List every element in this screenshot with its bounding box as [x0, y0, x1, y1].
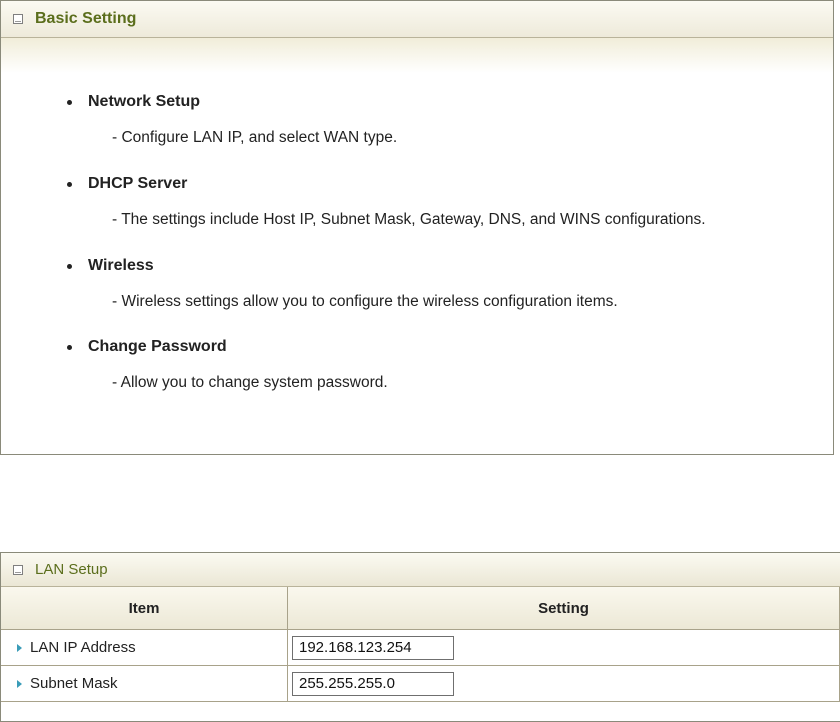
- topic-description: - Configure LAN IP, and select WAN type.: [112, 129, 398, 146]
- lan-setup-header: LAN Setup: [1, 553, 840, 587]
- row-label: LAN IP Address: [30, 639, 136, 656]
- topic-description: - Allow you to change system password.: [112, 374, 388, 391]
- topic-dhcp-server: DHCP Server - The settings include Host …: [67, 173, 827, 229]
- basic-setting-title: Basic Setting: [35, 10, 137, 27]
- row-value-cell: [287, 629, 840, 666]
- topic-wireless: Wireless - Wireless settings allow you t…: [67, 255, 827, 311]
- basic-setting-header: Basic Setting: [1, 1, 833, 38]
- table-row: Subnet Mask: [1, 665, 840, 702]
- section-square-icon: [13, 14, 23, 24]
- lan-setup-table: Item Setting LAN IP Address Subnet Mask: [1, 587, 840, 702]
- lan-ip-address-input[interactable]: [292, 635, 454, 660]
- lan-setup-panel: LAN Setup Item Setting LAN IP Address Su…: [0, 552, 840, 722]
- row-value-cell: [287, 665, 840, 702]
- topic-title[interactable]: Wireless: [88, 257, 154, 275]
- bullet-icon: [67, 344, 72, 350]
- column-header-setting: Setting: [287, 587, 840, 630]
- lan-setup-title: LAN Setup: [35, 561, 108, 578]
- bullet-icon: [67, 99, 72, 105]
- row-label: Subnet Mask: [30, 675, 118, 692]
- topic-change-password: Change Password - Allow you to change sy…: [67, 336, 827, 392]
- bullet-icon: [67, 181, 72, 187]
- bullet-icon: [67, 263, 72, 269]
- row-label-cell: LAN IP Address: [1, 629, 288, 666]
- section-square-icon: [13, 564, 23, 575]
- topic-description: - The settings include Host IP, Subnet M…: [112, 211, 706, 228]
- topic-title[interactable]: Change Password: [88, 338, 227, 356]
- topic-title[interactable]: Network Setup: [88, 93, 200, 111]
- topic-network-setup: Network Setup - Configure LAN IP, and se…: [67, 91, 827, 147]
- basic-setting-panel: Basic Setting Network Setup - Configure …: [0, 0, 834, 455]
- table-row: LAN IP Address: [1, 629, 840, 666]
- arrow-right-icon: [17, 680, 22, 689]
- topic-title[interactable]: DHCP Server: [88, 175, 187, 193]
- header-gradient-band: [1, 38, 833, 73]
- column-header-item: Item: [1, 587, 288, 630]
- topic-description: - Wireless settings allow you to configu…: [112, 293, 618, 310]
- row-label-cell: Subnet Mask: [1, 665, 288, 702]
- subnet-mask-input[interactable]: [292, 671, 454, 696]
- table-header-row: Item Setting: [1, 587, 840, 630]
- arrow-right-icon: [17, 644, 22, 653]
